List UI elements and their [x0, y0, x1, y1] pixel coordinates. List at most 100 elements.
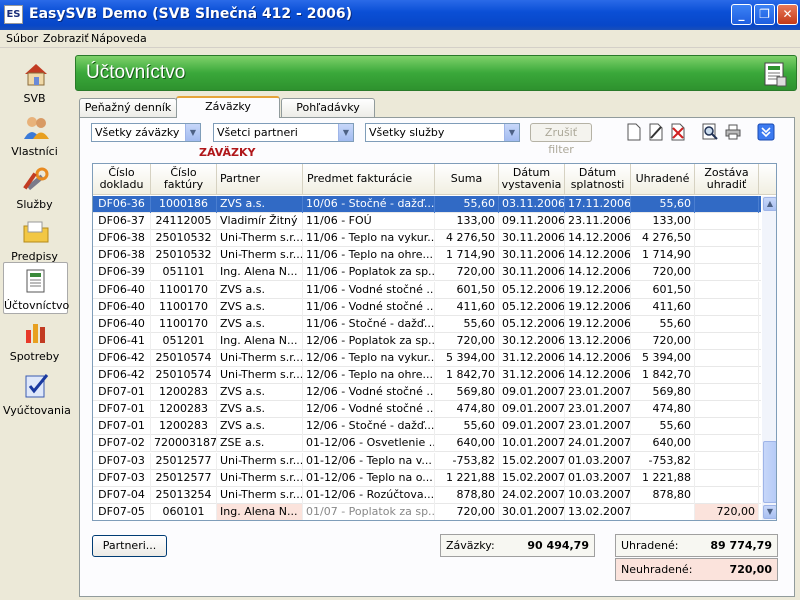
partner-cell: ZVS a.s. — [217, 315, 303, 333]
table-row[interactable]: DF06-42 25010574 Uni-Therm s.r... 12/06 - T… — [93, 367, 761, 384]
column-header[interactable]: Partner — [217, 164, 303, 194]
column-header[interactable]: Dátum splatnosti — [565, 164, 631, 194]
table-row[interactable]: DF07-04 25013254 Uni-Therm s.r... 01-12/06 … — [93, 486, 761, 504]
issue-date-cell: 05.12.2006 — [499, 281, 565, 299]
table-row[interactable]: DF06-37 24112005 Vladimír Žitný 11/06 - FOÚ… — [93, 213, 761, 231]
table-row[interactable]: DF06-40 1100170 ZVS a.s. 11/06 - Vodné stoč… — [93, 298, 761, 316]
table-row[interactable]: DF06-39 051101 Ing. Alena N... 11/06 - Popl… — [93, 264, 761, 282]
invoice-number-cell: 1200283 — [151, 384, 217, 402]
liabilities-table: Číslo dokladu Číslo faktúry Partner Pred… — [92, 163, 777, 521]
scroll-up-icon[interactable]: ▲ — [763, 197, 776, 211]
amount-cell: 55,60 — [435, 418, 499, 436]
partners-filter-dropdown[interactable]: Všetci partneri ▼ — [213, 123, 354, 142]
chevron-down-icon[interactable]: ▼ — [338, 124, 353, 141]
sidebar-item-billing[interactable]: Vyúčtovania — [3, 368, 71, 420]
table-row[interactable]: DF06-38 25010532 Uni-Therm s.r... 11/06 - T… — [93, 230, 761, 248]
table-row[interactable]: DF06-41 051201 Ing. Alena N... 12/06 - Popl… — [93, 332, 761, 350]
folder-icon — [23, 221, 48, 243]
sidebar-item-owners[interactable]: Vlastníci — [3, 109, 68, 161]
clear-filter-button[interactable]: Zrušiť filter — [530, 123, 592, 156]
menu-view[interactable]: Zobraziť — [43, 32, 89, 45]
unpaid-total: Neuhradené: 720,00 — [615, 558, 778, 581]
column-header[interactable]: Suma — [435, 164, 499, 194]
due-date-cell: 14.12.2006 — [565, 367, 631, 384]
amount-cell: 55,60 — [435, 315, 499, 333]
services-filter-dropdown[interactable]: Všetky služby ▼ — [365, 123, 520, 142]
table-row[interactable]: DF07-01 1200283 ZVS a.s. 12/06 - Stočné - d… — [93, 418, 761, 436]
partner-cell: ZVS a.s. — [217, 384, 303, 402]
table-row[interactable]: DF07-03 25012577 Uni-Therm s.r... 01-12/06 … — [93, 452, 761, 470]
table-row[interactable]: DF06-36 1000186 ZVS a.s. 10/06 - Stočné - d… — [93, 196, 761, 213]
remaining-cell — [695, 315, 759, 333]
subject-cell: 01-12/06 - Osvetlenie ... — [303, 435, 435, 453]
liabilities-filter-dropdown[interactable]: Všetky záväzky ▼ — [91, 123, 201, 142]
column-header[interactable]: Zostáva uhradiť — [695, 164, 759, 194]
scroll-down-icon[interactable]: ▼ — [763, 505, 776, 519]
amount-cell: 55,60 — [435, 196, 499, 213]
amount-cell: 720,00 — [435, 503, 499, 520]
amount-cell: 133,00 — [435, 213, 499, 231]
sidebar-item-prescriptions[interactable]: Predpisy — [3, 214, 68, 266]
amount-cell: 720,00 — [435, 264, 499, 282]
sidebar-label: Účtovníctvo — [4, 299, 70, 312]
close-button[interactable]: ✕ — [777, 4, 798, 25]
doc-number-cell: DF06-41 — [93, 332, 151, 350]
column-header[interactable]: Číslo dokladu — [93, 164, 151, 194]
table-row[interactable]: DF07-01 1200283 ZVS a.s. 12/06 - Vodné stoč… — [93, 384, 761, 402]
issue-date-cell: 15.02.2007 — [499, 469, 565, 487]
table-row[interactable]: DF06-40 1100170 ZVS a.s. 11/06 - Stočné - d… — [93, 315, 761, 333]
table-row[interactable]: DF06-40 1100170 ZVS a.s. 11/06 - Vodné stoč… — [93, 281, 761, 299]
table-row[interactable]: DF06-38 25010532 Uni-Therm s.r... 11/06 - T… — [93, 247, 761, 265]
menu-help[interactable]: Nápoveda — [91, 32, 147, 45]
paid-cell: 569,80 — [631, 384, 695, 402]
print-icon[interactable] — [724, 123, 742, 141]
edit-document-icon[interactable] — [647, 123, 665, 141]
tab-cash-journal[interactable]: Peňažný denník — [79, 98, 177, 118]
issue-date-cell: 31.12.2006 — [499, 349, 565, 367]
due-date-cell: 23.01.2007 — [565, 418, 631, 436]
partner-cell: Uni-Therm s.r... — [217, 486, 303, 504]
search-icon[interactable] — [701, 123, 719, 141]
table-row[interactable]: DF07-03 25012577 Uni-Therm s.r... 01-12/06 … — [93, 469, 761, 487]
table-row[interactable]: DF07-05 060101 Ing. Alena N... 01/07 - Popl… — [93, 503, 761, 520]
doc-number-cell: DF06-40 — [93, 298, 151, 316]
table-row[interactable]: DF06-42 25010574 Uni-Therm s.r... 12/06 - T… — [93, 349, 761, 367]
scroll-thumb[interactable] — [763, 441, 776, 503]
subject-cell: 12/06 - Stočné - dažď... — [303, 418, 435, 436]
invoice-number-cell: 25013254 — [151, 486, 217, 504]
doc-number-cell: DF07-02 — [93, 435, 151, 453]
new-document-icon[interactable] — [625, 123, 643, 141]
issue-date-cell: 24.02.2007 — [499, 486, 565, 504]
doc-number-cell: DF06-36 — [93, 196, 151, 213]
sidebar-item-accounting[interactable]: Účtovníctvo — [3, 262, 70, 314]
amount-cell: 601,50 — [435, 281, 499, 299]
amount-cell: -753,82 — [435, 452, 499, 470]
chevron-down-icon[interactable]: ▼ — [504, 124, 519, 141]
paid-cell: -753,82 — [631, 452, 695, 470]
subject-cell: 11/06 - Vodné stočné ... — [303, 298, 435, 316]
menu-file[interactable]: Súbor — [6, 32, 38, 45]
table-row[interactable]: DF07-02 7200031872 ZSE a.s. 01-12/06 - Osve… — [93, 435, 761, 453]
minimize-button[interactable]: _ — [731, 4, 752, 25]
sidebar-item-consumption[interactable]: Spotreby — [3, 314, 68, 366]
chevron-down-icon[interactable]: ▼ — [185, 124, 200, 141]
sidebar-item-svb[interactable]: SVB — [3, 56, 68, 108]
table-row[interactable]: DF07-01 1200283 ZVS a.s. 12/06 - Vodné stoč… — [93, 401, 761, 419]
delete-document-icon[interactable] — [669, 123, 687, 141]
tab-receivables[interactable]: Pohľadávky — [281, 98, 375, 118]
sidebar-item-services[interactable]: Služby — [3, 162, 68, 214]
column-header[interactable]: Uhradené — [631, 164, 695, 194]
partners-button[interactable]: Partneri... — [92, 535, 167, 557]
tab-liabilities[interactable]: Záväzky — [176, 96, 280, 118]
table-header: Číslo dokladu Číslo faktúry Partner Pred… — [93, 164, 776, 195]
column-header[interactable]: Predmet fakturácie — [303, 164, 435, 194]
amount-cell: 4 276,50 — [435, 230, 499, 248]
subject-cell: 01/07 - Poplatok za sp... — [303, 503, 435, 520]
column-header[interactable]: Číslo faktúry — [151, 164, 217, 194]
maximize-button[interactable]: ❐ — [754, 4, 775, 25]
vertical-scrollbar[interactable]: ▲ ▼ — [762, 196, 776, 520]
checklist-icon — [25, 374, 48, 398]
column-header[interactable]: Dátum vystavenia — [499, 164, 565, 194]
subject-cell: 11/06 - Stočné - dažď... — [303, 315, 435, 333]
collapse-icon[interactable] — [757, 123, 775, 141]
